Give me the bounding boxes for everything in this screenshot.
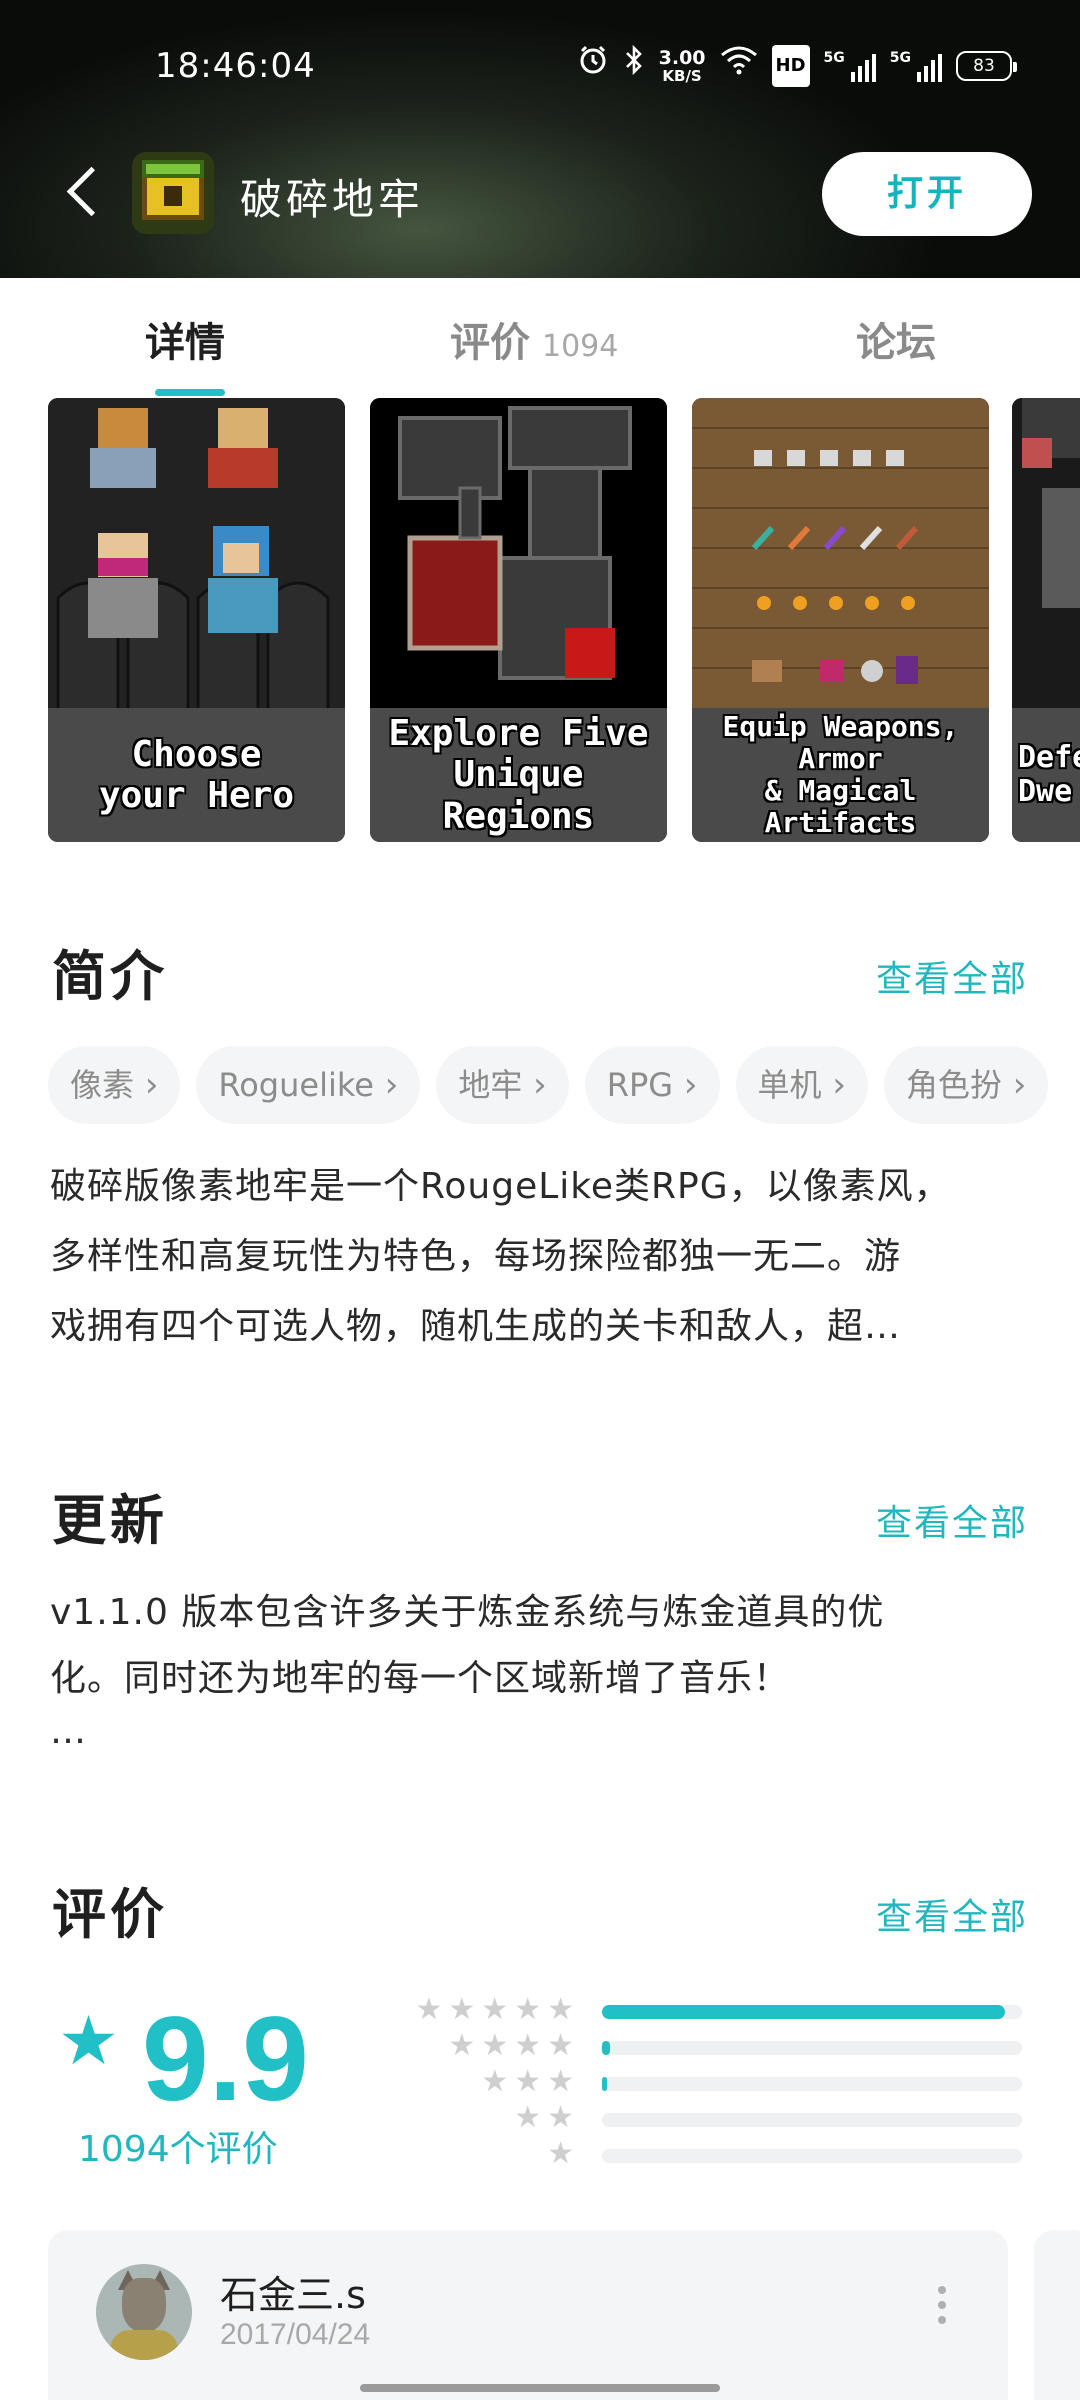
update-line-1: v1.1.0 版本包含许多关于炼金系统与炼金道具的优	[50, 1592, 885, 1633]
screenshot-1[interactable]: Choose your Hero	[48, 398, 345, 842]
rating-bar	[602, 2077, 1022, 2091]
rating-row-stars: ★★★	[481, 2064, 580, 2099]
screenshot-4-art	[1012, 398, 1080, 708]
net-speed-value: 3.00	[658, 47, 706, 69]
tab-reviews-count: 1094	[542, 329, 619, 364]
hd-badge: HD	[771, 45, 810, 87]
open-button[interactable]: 打开	[822, 152, 1032, 236]
rating-row-stars: ★★★★	[448, 2028, 580, 2063]
status-time: 18:46:04	[155, 46, 316, 86]
tab-reviews[interactable]: 评价 1094	[450, 310, 618, 368]
screenshot-3-art	[692, 398, 989, 708]
sim2-label: 5G	[889, 50, 911, 66]
signal-icon-sim2: 5G	[890, 50, 942, 82]
tag-roleplay[interactable]: 角色扮	[883, 1046, 1049, 1124]
star-icon: ★	[58, 2002, 119, 2081]
rating-row-stars: ★★★★★	[415, 1992, 580, 2027]
rating-row-stars: ★	[547, 2136, 580, 2171]
rating-count: 1094个评价	[78, 2129, 278, 2170]
tab-indicator	[155, 389, 225, 396]
rating-bar-fill	[602, 2005, 1006, 2019]
rating-row-5: ★★★★★	[380, 1992, 1022, 2027]
more-options-icon[interactable]	[938, 2286, 948, 2326]
reviewer-name[interactable]: 石金三.s	[220, 2264, 366, 2319]
net-speed: 3.00 KB/S	[659, 48, 706, 84]
back-arrow-icon[interactable]	[62, 160, 110, 224]
rating-see-all-link[interactable]: 查看全部	[876, 1888, 1028, 1940]
screenshot-3-caption: Equip Weapons, Armor & Magical Artifacts	[692, 708, 989, 842]
screenshot-3[interactable]: Equip Weapons, Armor & Magical Artifacts	[692, 398, 989, 842]
rating-score: 9.9	[142, 1992, 309, 2126]
intro-see-all-link[interactable]: 查看全部	[876, 950, 1028, 1002]
intro-line-3: 戏拥有四个可选人物，随机生成的关卡和敌人，超…	[50, 1306, 902, 1347]
app-header: 18:46:04 3.00 KB/S HD 5G 5G 83 破碎地牢 打开	[0, 0, 1080, 278]
tab-bar: 详情 评价 1094 论坛	[0, 278, 1080, 398]
update-notes[interactable]: v1.1.0 版本包含许多关于炼金系统与炼金道具的优 化。同时还为地牢的每一个区…	[50, 1580, 1040, 1752]
tag-pixel[interactable]: 像素	[48, 1046, 181, 1124]
signal-icon-sim1: 5G	[824, 50, 876, 82]
tab-forum-label: 论坛	[856, 320, 936, 366]
rating-row-1: ★	[380, 2136, 1022, 2171]
rating-bar	[602, 2005, 1022, 2019]
intro-line-1: 破碎版像素地牢是一个RougeLike类RPG，以像素风，	[50, 1166, 951, 1207]
battery-icon: 83	[956, 51, 1017, 81]
screenshot-carousel[interactable]: Choose your Hero Explore Five Unique Reg…	[48, 398, 1080, 842]
intro-line-2: 多样性和高复玩性为特色，每场探险都独一无二。游	[50, 1236, 902, 1277]
rating-row-4: ★★★★	[380, 2028, 1022, 2063]
next-review-card[interactable]	[1034, 2230, 1080, 2400]
rating-bar	[602, 2113, 1022, 2127]
tag-roguelike[interactable]: Roguelike	[196, 1046, 421, 1124]
tag-dungeon[interactable]: 地牢	[436, 1046, 569, 1124]
wifi-icon	[720, 45, 758, 87]
tab-details[interactable]: 详情	[145, 310, 225, 368]
bluetooth-icon	[623, 44, 645, 88]
alarm-icon	[577, 44, 609, 88]
screenshot-2-art	[370, 398, 667, 708]
net-speed-unit: KB/S	[662, 67, 702, 85]
status-icons: 3.00 KB/S HD 5G 5G 83	[577, 44, 1017, 88]
rating-row-stars: ★★	[514, 2100, 580, 2135]
rating-bar-fill	[602, 2041, 611, 2055]
rating-bar-fill	[602, 2077, 607, 2091]
rating-bar	[602, 2149, 1022, 2163]
tab-forum[interactable]: 论坛	[856, 310, 936, 368]
update-line-3: …	[50, 1711, 87, 1752]
tag-singleplayer[interactable]: 单机	[735, 1046, 868, 1124]
update-line-2: 化。同时还为地牢的每一个区域新增了音乐！	[50, 1658, 791, 1699]
update-see-all-link[interactable]: 查看全部	[876, 1494, 1028, 1546]
screenshot-2-caption: Explore Five Unique Regions	[370, 708, 667, 842]
screenshot-2[interactable]: Explore Five Unique Regions	[370, 398, 667, 842]
review-date: 2017/04/24	[220, 2318, 371, 2351]
avatar[interactable]	[96, 2264, 192, 2360]
home-indicator[interactable]	[360, 2384, 720, 2392]
screenshot-4-caption: Defea Dwe	[1012, 708, 1080, 842]
sim1-label: 5G	[823, 50, 845, 66]
tag-rpg[interactable]: RPG	[584, 1046, 720, 1124]
rating-title: 评价	[52, 1883, 168, 1946]
rating-row-2: ★★	[380, 2100, 1022, 2135]
rating-bar	[602, 2041, 1022, 2055]
tag-list: 像素Roguelike地牢RPG单机角色扮	[48, 1046, 1080, 1126]
screenshot-1-caption: Choose your Hero	[48, 708, 345, 842]
status-bar: 18:46:04 3.00 KB/S HD 5G 5G 83	[0, 40, 1080, 96]
tab-reviews-label: 评价	[450, 320, 530, 366]
screenshot-1-art	[48, 398, 345, 708]
app-title: 破碎地牢	[240, 175, 425, 224]
review-card[interactable]: 石金三.s 2017/04/24 ★★★★★	[48, 2230, 1008, 2400]
intro-title: 简介	[52, 945, 168, 1008]
tab-details-label: 详情	[145, 320, 225, 366]
rating-row-3: ★★★	[380, 2064, 1022, 2099]
intro-description[interactable]: 破碎版像素地牢是一个RougeLike类RPG，以像素风， 多样性和高复玩性为特…	[50, 1152, 1040, 1362]
app-icon	[132, 152, 214, 234]
screenshot-4[interactable]: Defea Dwe	[1012, 398, 1080, 842]
update-title: 更新	[52, 1489, 168, 1552]
